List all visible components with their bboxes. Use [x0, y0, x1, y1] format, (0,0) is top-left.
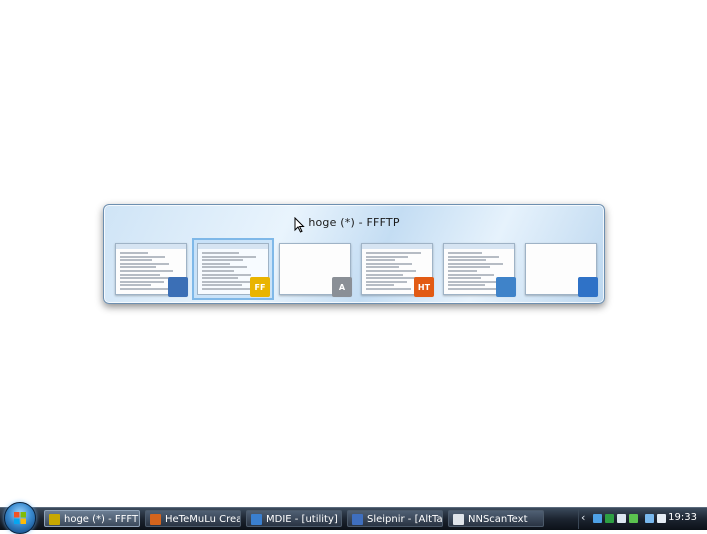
tray-shield-icon[interactable]: [617, 514, 626, 523]
thumb-text-line: [448, 266, 490, 269]
thumb-text-line: [202, 266, 247, 269]
switcher-window-title: hoge (*) - FFFTP: [308, 216, 400, 229]
network-globe-icon: [168, 277, 188, 297]
thumb-text-line: [120, 252, 148, 254]
thumb-text-line: [202, 270, 234, 272]
scanner-text-icon: A: [332, 277, 352, 297]
mouse-cursor-icon: [294, 217, 305, 233]
thumb-text-line: [448, 277, 481, 280]
thumb-text-line: [366, 255, 408, 258]
thumb-text-line: [120, 288, 168, 290]
thumb-text-line: [120, 270, 173, 272]
thumb-text-line: [366, 252, 421, 254]
thumb-desktop[interactable]: [525, 243, 598, 297]
tray-network-icon[interactable]: [593, 514, 602, 523]
ffftp-icon: [49, 514, 60, 525]
notification-area: ‹ 19:33: [578, 509, 707, 529]
thumb-text-line: [366, 280, 407, 283]
thumb-titlebar: [444, 244, 514, 249]
mdie-windows-icon: [496, 277, 516, 297]
tray-green-icon[interactable]: [605, 514, 614, 523]
thumb-text-line: [202, 280, 255, 283]
thumb-text-line: [366, 266, 399, 269]
thumb-text-line: [366, 277, 420, 280]
hetemulu-icon: HT: [414, 277, 434, 297]
task-nnscantext[interactable]: NNScanText: [448, 510, 544, 527]
thumb-text-line: [448, 280, 498, 283]
thumb-text-line: [120, 284, 151, 287]
tray-update-icon[interactable]: [629, 514, 638, 523]
thumb-text-line: [202, 255, 256, 258]
tray-volume-icon[interactable]: [657, 514, 666, 523]
hetemulu-icon: [150, 514, 161, 525]
thumb-text-line: [366, 273, 403, 276]
thumb-text-line: [366, 262, 412, 265]
thumb-text-line: [448, 262, 503, 265]
thumb-text-line: [448, 273, 494, 276]
thumb-hetemulu[interactable]: HT: [361, 243, 434, 297]
task-label: MDIE - [utility]: [266, 514, 338, 525]
thumb-text-line: [202, 273, 251, 276]
thumb-nnscantext[interactable]: A: [279, 243, 352, 297]
thumb-text-line: [366, 288, 411, 290]
task-label: hoge (*) - FFFTP: [64, 514, 140, 525]
thumb-text-line: [366, 259, 395, 262]
thumb-text-line: [202, 252, 239, 254]
thumb-mdie[interactable]: [443, 243, 516, 297]
taskbar: hoge (*) - FFFTP HeTeMuLu Crea... MDIE -…: [0, 502, 707, 534]
task-ffftp[interactable]: hoge (*) - FFFTP: [44, 510, 140, 527]
thumb-text-line: [120, 255, 165, 258]
thumb-window-1[interactable]: [115, 243, 188, 297]
clock[interactable]: 19:33: [668, 512, 697, 523]
thumb-titlebar: [362, 244, 432, 249]
task-hetemulu[interactable]: HeTeMuLu Crea...: [145, 510, 241, 527]
thumb-text-line: [448, 259, 486, 262]
nnscantext-icon: [453, 514, 464, 525]
thumb-text-line: [202, 284, 242, 287]
thumb-text-line: [120, 273, 160, 276]
start-button[interactable]: [4, 502, 36, 534]
thumb-text-line: [120, 266, 156, 269]
thumb-text-line: [366, 270, 416, 272]
desktop-icon: [578, 277, 598, 297]
tray-monitor-icon[interactable]: [645, 514, 654, 523]
tray-chevron-icon[interactable]: ‹: [581, 511, 585, 524]
task-mdie[interactable]: MDIE - [utility]: [246, 510, 342, 527]
mdie-icon: [251, 514, 262, 525]
thumb-text-line: [448, 255, 499, 258]
thumb-text-line: [120, 259, 152, 262]
thumb-text-line: [202, 277, 238, 280]
thumb-text-line: [366, 284, 394, 287]
ffftp-icon: FF: [250, 277, 270, 297]
thumb-titlebar: [116, 244, 186, 249]
thumb-ffftp[interactable]: FF: [192, 238, 274, 300]
thumb-text-line: [120, 262, 169, 265]
thumb-text-line: [202, 262, 230, 265]
task-label: NNScanText: [468, 514, 528, 525]
windows-flag-icon: [14, 512, 26, 524]
task-label: HeTeMuLu Crea...: [165, 514, 240, 525]
thumb-text-line: [448, 270, 477, 272]
thumb-text-line: [448, 288, 502, 290]
thumb-text-line: [448, 252, 482, 254]
task-label: Sleipnir - [AltTa...: [367, 514, 443, 525]
thumbnail-strip: FF A HT: [104, 238, 604, 300]
thumb-text-line: [202, 259, 243, 262]
alt-tab-switcher: hoge (*) - FFFTP FF A HT: [103, 204, 605, 304]
thumb-text-line: [120, 280, 164, 283]
thumb-text-line: [448, 284, 485, 287]
task-sleipnir[interactable]: Sleipnir - [AltTa...: [347, 510, 443, 527]
thumb-titlebar: [198, 244, 268, 249]
sleipnir-icon: [352, 514, 363, 525]
